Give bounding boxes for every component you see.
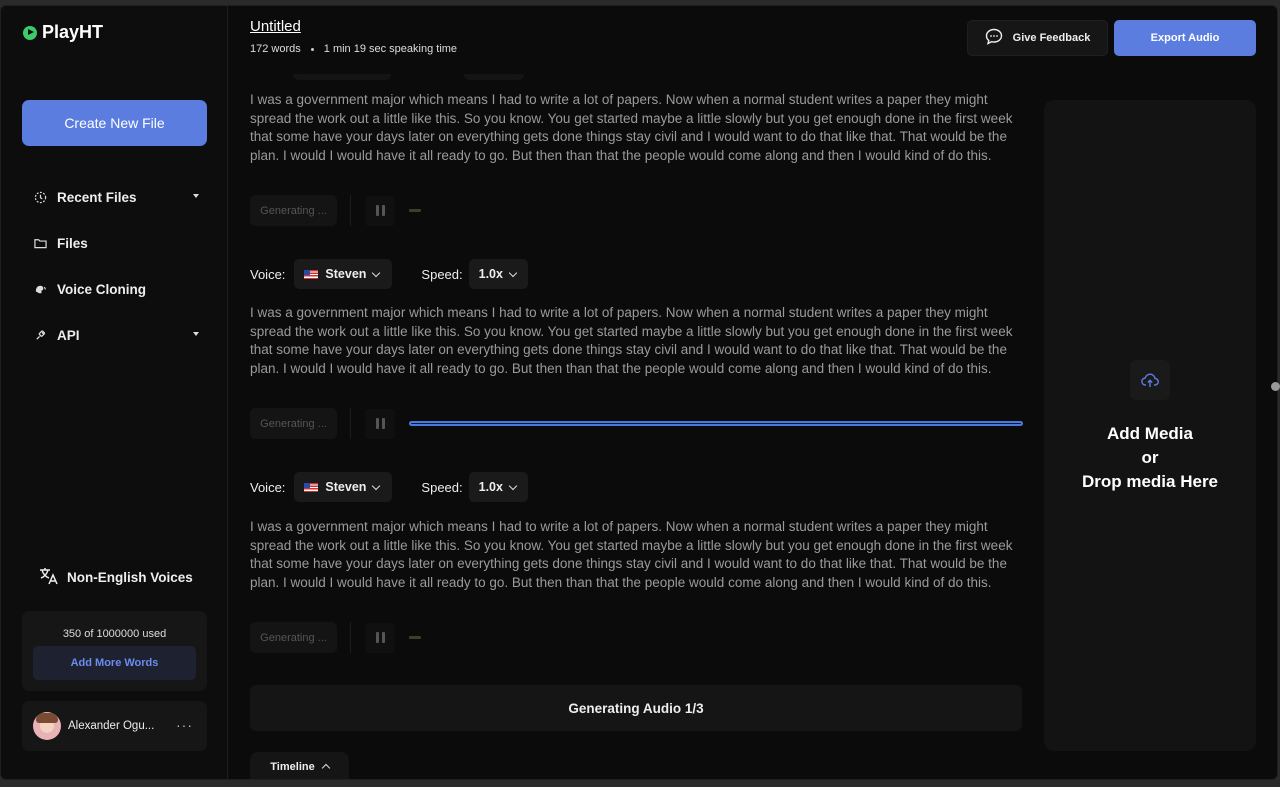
sidebar-nav: Recent Files Files Voice Cloning API (22, 174, 207, 358)
chevron-down-icon (372, 268, 381, 277)
us-flag-icon (304, 269, 319, 279)
clock-icon (33, 190, 47, 204)
voice-clone-icon (33, 282, 47, 296)
us-flag-icon (304, 482, 319, 492)
text-block-1[interactable]: I was a government major which means I h… (250, 91, 1025, 165)
text-block-2[interactable]: I was a government major which means I h… (250, 304, 1025, 378)
divider (350, 622, 351, 653)
brand-logo[interactable]: PlayHT (23, 22, 103, 43)
speed-label: Speed: (421, 266, 463, 282)
playback-row-1: Generating ... (250, 195, 421, 226)
chevron-down-icon (508, 268, 518, 277)
voice-select-stub (293, 74, 391, 80)
chevron-down-icon (508, 481, 518, 490)
or-line: or (1141, 448, 1159, 467)
timeline-toggle[interactable]: Timeline (250, 752, 349, 779)
progress-bar (409, 209, 421, 212)
pause-icon[interactable] (365, 195, 395, 226)
chevron-down-icon (372, 481, 381, 490)
generating-button[interactable]: Generating ... (250, 622, 337, 653)
sidebar-item-recent-files[interactable]: Recent Files (22, 174, 207, 220)
brand-name: PlayHT (42, 22, 104, 42)
sidebar-item-label: Voice Cloning (57, 281, 147, 297)
sidebar-item-label: Recent Files (57, 189, 137, 205)
add-more-words-button[interactable]: Add More Words (33, 646, 196, 680)
usage-text: 350 of 1000000 used (62, 628, 167, 640)
divider (350, 195, 351, 226)
document-title[interactable]: Untitled (250, 18, 301, 35)
voice-select[interactable]: Steven (294, 472, 393, 502)
generating-button[interactable]: Generating ... (250, 408, 337, 439)
app-window: PlayHT Create New File Recent Files File… (0, 5, 1278, 780)
sidebar-item-label: Files (57, 235, 88, 251)
caret-down-icon[interactable] (193, 332, 199, 336)
speed-value: 1.0x (478, 480, 503, 494)
progress-bar (409, 636, 421, 639)
speed-select[interactable]: 1.0x (468, 472, 528, 502)
playback-row-2: Generating ... (250, 408, 1023, 439)
voice-settings-row-3: Voice: Steven Speed: 1.0x (250, 472, 528, 502)
speaking-time: 1 min 19 sec speaking time (323, 43, 458, 55)
voice-name: Steven (325, 267, 367, 281)
export-audio-button[interactable]: Export Audio (1114, 20, 1256, 56)
caret-down-icon[interactable] (193, 194, 199, 198)
folder-icon (33, 236, 47, 250)
media-drop-zone[interactable]: Add Media or Drop media Here (1044, 100, 1256, 751)
word-count: 172 words (250, 43, 301, 55)
separator-dot (310, 47, 314, 51)
voice-name: Steven (325, 480, 367, 494)
drop-media-line: Drop media Here (1081, 472, 1219, 491)
voice-label: Voice: (250, 266, 286, 282)
give-feedback-button[interactable]: Give Feedback (967, 20, 1108, 56)
play-logo-icon (23, 25, 37, 40)
voice-label: Voice: (250, 479, 286, 495)
generating-button[interactable]: Generating ... (250, 195, 337, 226)
voice-settings-row-2: Voice: Steven Speed: 1.0x (250, 259, 528, 289)
speed-select-stub (464, 74, 524, 80)
create-new-file-button[interactable]: Create New File (22, 100, 207, 146)
sidebar: PlayHT Create New File Recent Files File… (1, 6, 228, 779)
sidebar-item-label: API (57, 327, 80, 343)
non-english-voices-label: Non-English Voices (67, 570, 193, 585)
add-media-line: Add Media (1107, 424, 1193, 443)
avatar (33, 712, 61, 740)
pause-icon[interactable] (365, 622, 395, 653)
speed-select[interactable]: 1.0x (468, 259, 528, 289)
sidebar-item-voice-cloning[interactable]: Voice Cloning (22, 266, 207, 312)
document-meta: 172 words 1 min 19 sec speaking time (250, 43, 457, 55)
scroll-handle[interactable] (1271, 382, 1280, 391)
give-feedback-label: Give Feedback (1012, 32, 1091, 44)
user-name: Alexander Ogu... (68, 720, 155, 732)
cloud-upload-icon[interactable] (1130, 360, 1170, 400)
non-english-voices-link[interactable]: Non-English Voices (39, 567, 193, 588)
text-block-3[interactable]: I was a government major which means I h… (250, 518, 1025, 592)
drop-media-text: Add Media or Drop media Here (1044, 422, 1256, 494)
chevron-up-icon (321, 763, 330, 773)
user-card[interactable]: Alexander Ogu... ··· (22, 701, 207, 751)
more-options-icon[interactable]: ··· (176, 717, 193, 733)
pause-icon[interactable] (365, 408, 395, 439)
sidebar-item-api[interactable]: API (22, 312, 207, 358)
playback-row-3: Generating ... (250, 622, 421, 653)
generation-status-bar: Generating Audio 1/3 (250, 685, 1022, 731)
sidebar-item-files[interactable]: Files (22, 220, 207, 266)
divider (350, 408, 351, 439)
api-icon (33, 328, 47, 342)
speed-label: Speed: (421, 479, 463, 495)
voice-select[interactable]: Steven (294, 259, 393, 289)
translate-icon (39, 567, 59, 588)
progress-bar[interactable] (409, 421, 1023, 426)
timeline-label: Timeline (270, 761, 315, 773)
speed-value: 1.0x (478, 267, 503, 281)
usage-card: 350 of 1000000 used Add More Words (22, 611, 207, 691)
chat-bubble-icon (985, 28, 1003, 48)
